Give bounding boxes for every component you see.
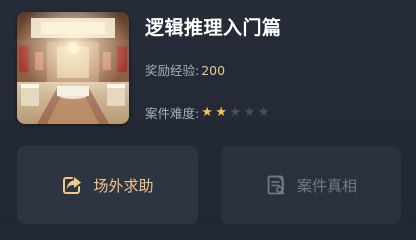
star-empty-icon: ★	[243, 105, 256, 120]
case-title: 逻辑推理入门篇	[145, 17, 282, 39]
reward-row: 奖励经验: 200	[145, 60, 225, 79]
star-filled-icon: ★	[215, 105, 228, 120]
star-empty-icon: ★	[257, 105, 270, 120]
difficulty-stars: ★ ★ ★ ★ ★	[201, 106, 272, 119]
case-truth-button[interactable]: 案件真相	[221, 146, 401, 224]
outside-help-label: 场外求助	[93, 176, 154, 195]
document-icon	[265, 174, 287, 196]
difficulty-row: 案件难度: ★ ★ ★ ★ ★	[145, 103, 272, 122]
case-truth-label: 案件真相	[296, 176, 357, 195]
case-card: 逻辑推理入门篇 奖励经验:200 案件难度: ★★★★★ 场外求助 案	[0, 0, 416, 227]
difficulty-label: 案件难度:	[145, 106, 200, 121]
case-thumbnail	[17, 12, 129, 124]
outside-help-button[interactable]: 场外求助	[17, 146, 198, 224]
star-filled-icon: ★	[201, 105, 213, 120]
reward-value: 200	[201, 63, 226, 78]
star-empty-icon: ★	[229, 105, 242, 120]
reward-label: 奖励经验:	[145, 63, 200, 78]
share-icon	[61, 174, 83, 196]
